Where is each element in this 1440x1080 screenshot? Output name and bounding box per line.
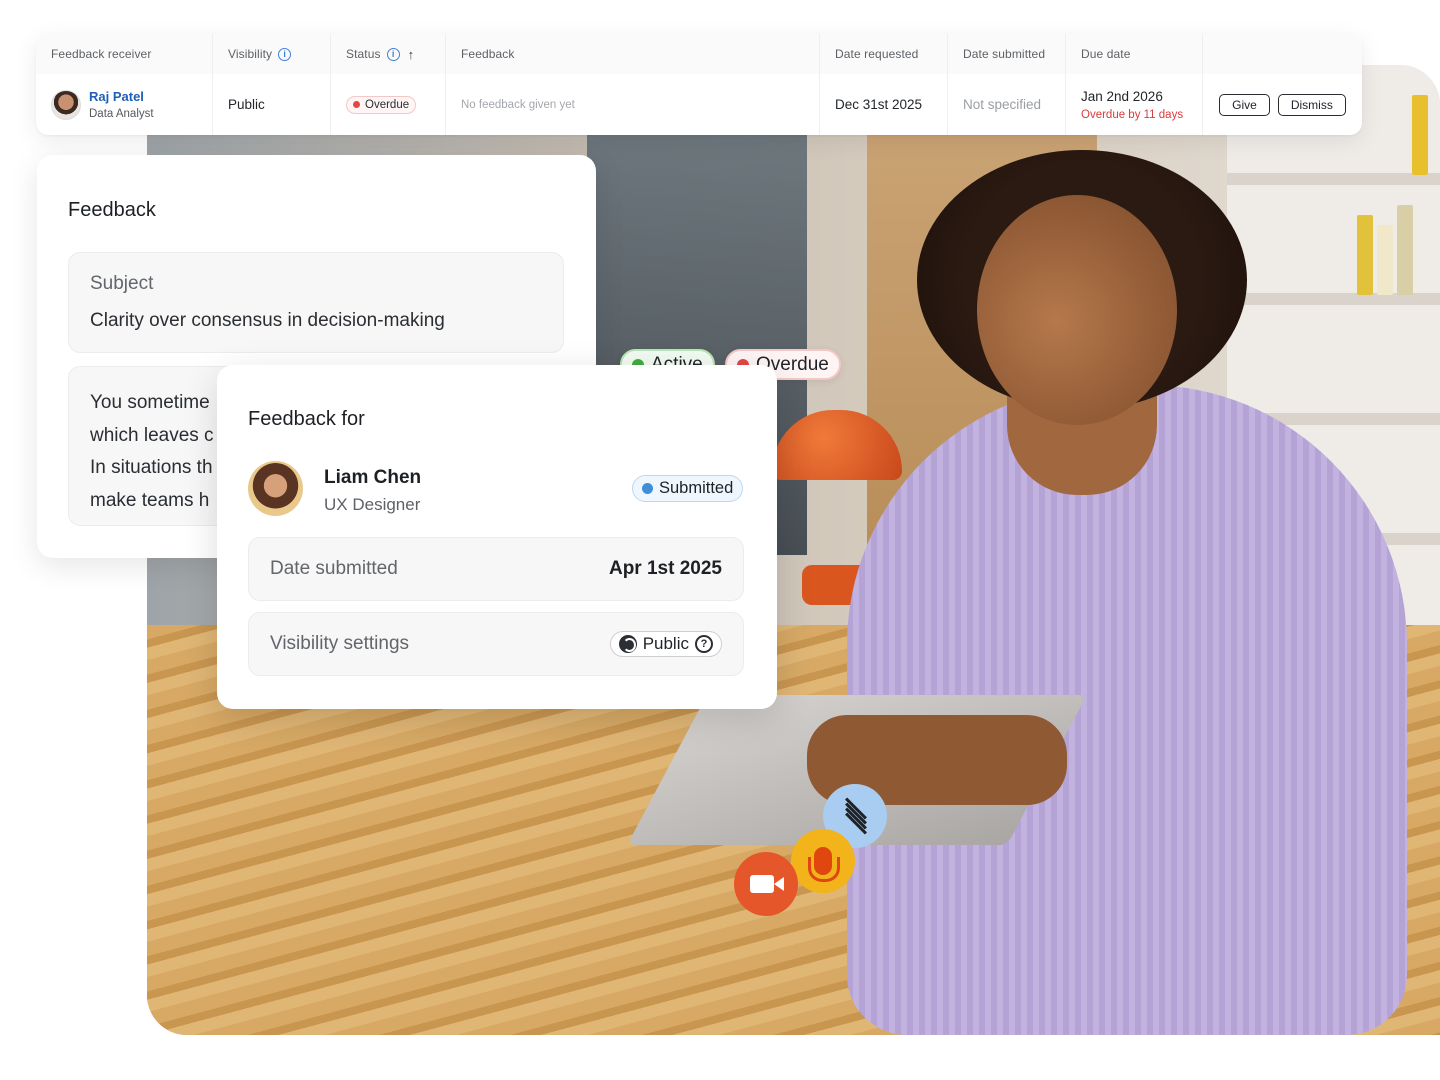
status-cell: Overdue (331, 74, 446, 135)
recipient-name: Liam Chen (324, 467, 422, 488)
submitted-status-badge: Submitted (632, 475, 744, 502)
actions-cell: Give Dismiss (1203, 74, 1362, 135)
visibility-selector[interactable]: Public ? (609, 631, 722, 657)
visibility-settings-row: Visibility settings Public ? (248, 612, 744, 676)
col-header-receiver[interactable]: Feedback receiver (36, 34, 213, 74)
subject-label: Subject (90, 273, 154, 294)
recipient-role: UX Designer (324, 495, 421, 514)
receiver-name-link[interactable]: Raj Patel (89, 89, 154, 104)
transcript-icon (842, 797, 868, 835)
visibility-cell: Public (213, 74, 331, 135)
date-submitted-cell: Not specified (948, 74, 1066, 135)
date-requested-cell: Dec 31st 2025 (820, 74, 948, 135)
help-icon[interactable]: ? (695, 635, 713, 653)
feedback-cell: No feedback given yet (446, 74, 820, 135)
microphone-button[interactable] (791, 829, 855, 893)
info-icon[interactable]: i (386, 47, 400, 61)
globe-icon (618, 635, 637, 653)
avatar (248, 461, 303, 516)
photo-book (1397, 205, 1413, 295)
status-dot-icon (353, 101, 360, 108)
table-row[interactable]: Raj Patel Data Analyst Public Overdue No… (36, 74, 1362, 135)
col-header-visibility[interactable]: Visibility i (213, 34, 331, 74)
photo-person-face (977, 195, 1177, 425)
col-header-status[interactable]: Status i ↑ (331, 34, 446, 74)
photo-book (1412, 95, 1428, 175)
subject-value: Clarity over consensus in decision-makin… (90, 310, 445, 331)
dismiss-button[interactable]: Dismiss (1277, 93, 1346, 116)
date-submitted-row: Date submitted Apr 1st 2025 (248, 537, 744, 601)
feedback-table: Feedback receiver Visibility i Status i ↑ F… (36, 34, 1362, 135)
sort-up-arrow-icon[interactable]: ↑ (408, 47, 415, 62)
col-header-due-date[interactable]: Due date (1066, 34, 1203, 74)
due-date-cell: Jan 2nd 2026 Overdue by 11 days (1066, 74, 1203, 135)
microphone-icon (808, 847, 840, 882)
col-header-date-submitted[interactable]: Date submitted (948, 34, 1066, 74)
table-header: Feedback receiver Visibility i Status i ↑ F… (36, 34, 1362, 74)
receiver-cell: Raj Patel Data Analyst (36, 74, 213, 135)
subject-box: Subject Clarity over consensus in decisi… (68, 252, 564, 353)
avatar (51, 89, 81, 120)
receiver-role: Data Analyst (89, 108, 154, 120)
col-header-actions (1203, 34, 1362, 74)
photo-book (1357, 215, 1373, 295)
give-button[interactable]: Give (1219, 93, 1270, 116)
feedback-for-title: Feedback for (248, 408, 365, 430)
blue-dot-icon (642, 483, 653, 494)
status-badge: Overdue (346, 95, 417, 114)
video-camera-icon (750, 875, 784, 893)
feedback-for-card: Feedback for Liam Chen UX Designer Submi… (217, 365, 777, 709)
col-header-feedback[interactable]: Feedback (446, 34, 820, 74)
feedback-card-title: Feedback (68, 199, 156, 221)
video-button[interactable] (734, 852, 798, 916)
overdue-note: Overdue by 11 days (1081, 108, 1184, 121)
col-header-date-requested[interactable]: Date requested (820, 34, 948, 74)
info-icon[interactable]: i (278, 47, 292, 61)
photo-book (1377, 225, 1393, 295)
